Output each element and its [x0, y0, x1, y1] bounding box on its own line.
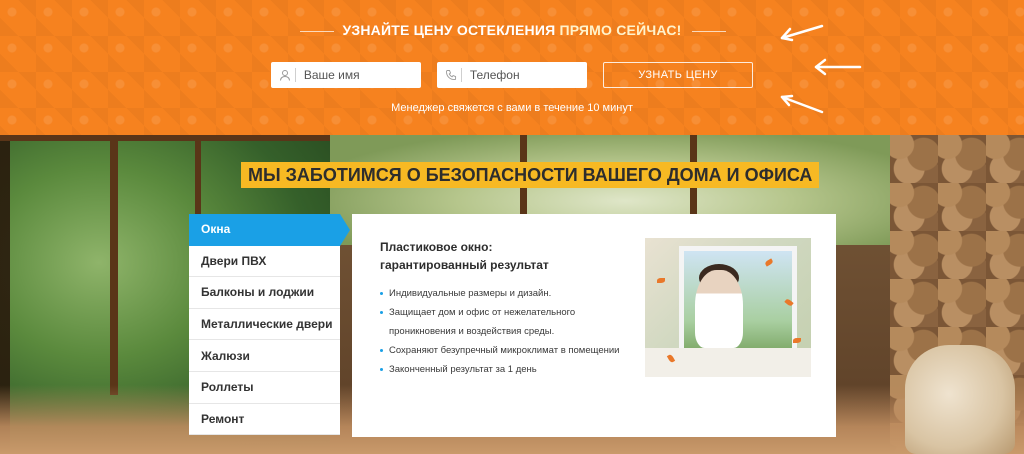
- banner-title-accent: ПРЯМО СЕЙЧАС!: [559, 22, 682, 38]
- menu-item-label: Окна: [201, 222, 231, 237]
- field-separator: [461, 68, 462, 82]
- card-title-line: Пластиковое окно:: [380, 240, 493, 254]
- phone-input[interactable]: [469, 68, 587, 82]
- phone-field[interactable]: [437, 62, 587, 88]
- menu-item-shutters[interactable]: Роллеты: [189, 371, 340, 404]
- leaf: [793, 338, 801, 343]
- card-title: Пластиковое окно: гарантированный резуль…: [380, 238, 620, 274]
- menu-item-balconies[interactable]: Балконы и лоджии: [189, 277, 340, 309]
- menu-item-blinds[interactable]: Жалюзи: [189, 340, 340, 372]
- menu-item-label: Роллеты: [201, 380, 254, 395]
- menu-item-repair[interactable]: Ремонт: [189, 403, 340, 436]
- feature-item: Законченный результат за 1 день: [380, 360, 640, 379]
- arrow-bottom-icon: [780, 94, 824, 114]
- card-title-line: гарантированный результат: [380, 258, 549, 272]
- woman-figure: [695, 270, 743, 348]
- name-input[interactable]: [303, 68, 421, 82]
- window-frame: [0, 135, 330, 141]
- phone-icon: [445, 68, 457, 82]
- leaf: [657, 278, 665, 283]
- banner-title: УЗНАЙТЕ ЦЕНУ ОСТЕКЛЕНИЯ ПРЯМО СЕЙЧАС!: [0, 22, 1024, 38]
- menu-item-pvc-doors[interactable]: Двери ПВХ: [189, 245, 340, 278]
- get-price-button[interactable]: УЗНАТЬ ЦЕНУ: [603, 62, 753, 88]
- menu-item-label: Двери ПВХ: [201, 253, 267, 268]
- product-menu: Окна Двери ПВХ Балконы и лоджии Металлич…: [189, 214, 350, 436]
- menu-item-label: Жалюзи: [201, 348, 250, 363]
- menu-item-label: Металлические двери: [201, 317, 333, 332]
- name-field[interactable]: [271, 62, 421, 88]
- feature-item: Сохраняют безупречный микроклимат в поме…: [380, 341, 640, 360]
- product-card: Пластиковое окно: гарантированный резуль…: [352, 214, 836, 437]
- feature-list: Индивидуальные размеры и дизайн. Защищае…: [380, 284, 640, 379]
- banner-title-main: УЗНАЙТЕ ЦЕНУ ОСТЕКЛЕНИЯ: [342, 22, 556, 38]
- window-sill: [645, 348, 811, 377]
- callback-note: Менеджер свяжется с вами в течение 10 ми…: [391, 102, 633, 114]
- title-deco-line-right: [692, 31, 726, 32]
- arrow-top-icon: [780, 24, 824, 42]
- field-separator: [295, 68, 296, 82]
- feature-item: Защищает дом и офис от нежелательного пр…: [380, 303, 640, 341]
- menu-item-metal-doors[interactable]: Металлические двери: [189, 308, 340, 341]
- window-frame: [110, 135, 118, 395]
- menu-item-label: Балконы и лоджии: [201, 285, 315, 300]
- arrow-middle-icon: [814, 58, 862, 76]
- feature-item: Индивидуальные размеры и дизайн.: [380, 284, 640, 303]
- menu-item-label: Ремонт: [201, 411, 245, 426]
- product-photo: [645, 238, 811, 377]
- price-request-banner: УЗНАЙТЕ ЦЕНУ ОСТЕКЛЕНИЯ ПРЯМО СЕЙЧАС! УЗ…: [0, 0, 1024, 135]
- menu-item-windows[interactable]: Окна: [189, 214, 350, 246]
- user-icon: [279, 68, 291, 82]
- cushion: [905, 345, 1015, 454]
- page-headline: МЫ ЗАБОТИМСЯ О БЕЗОПАСНОСТИ ВАШЕГО ДОМА …: [241, 162, 820, 188]
